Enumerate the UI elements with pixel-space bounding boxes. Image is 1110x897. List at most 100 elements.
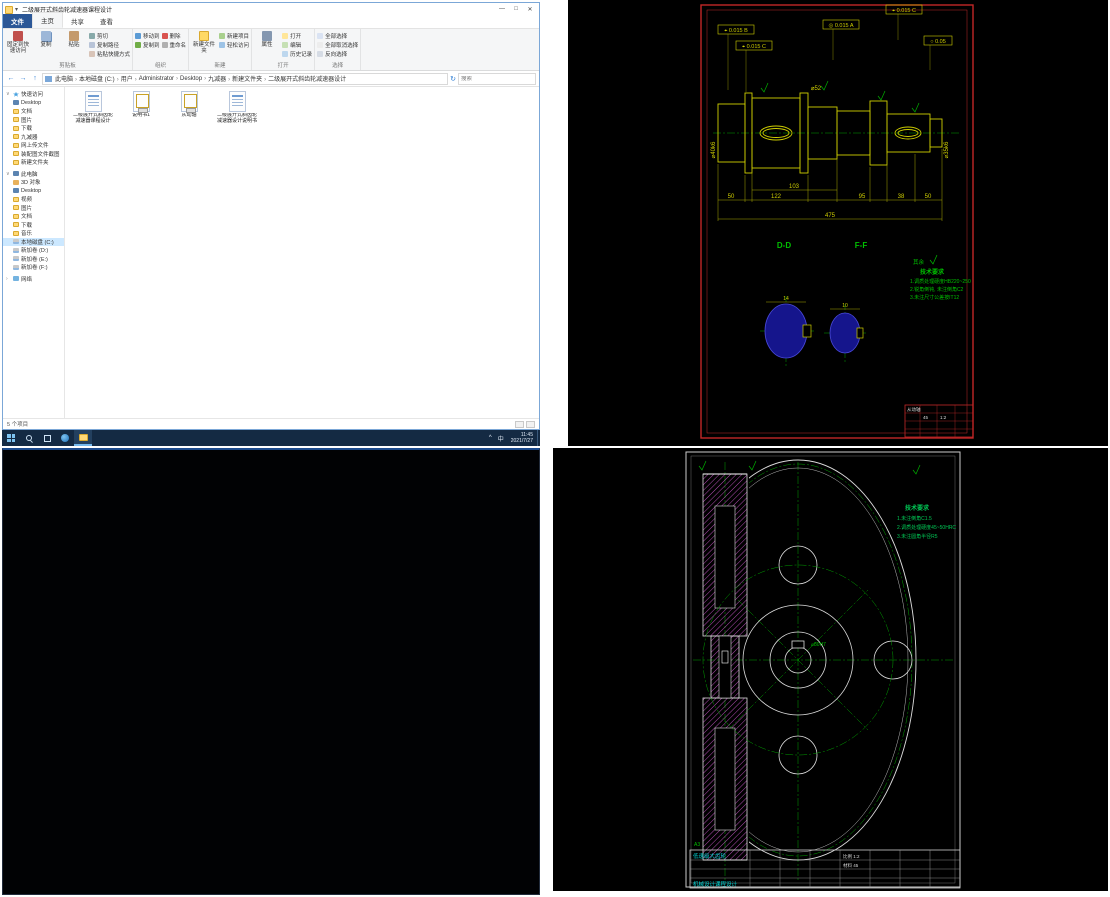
new-folder-button[interactable]: 新建文件夹 <box>191 30 217 54</box>
edge-browser-button[interactable] <box>56 430 74 446</box>
show-desktop-button[interactable] <box>537 430 540 446</box>
sidebar-item-jiujianqi[interactable]: 九减器 <box>3 133 64 142</box>
ribbon-group-select: 全部选择 全部取消选择 反向选择 选择 <box>315 29 362 70</box>
easy-access-button[interactable]: 轻松访问 <box>219 41 249 49</box>
taskbar-search-button[interactable] <box>20 430 38 446</box>
sidebar-item-pc-pictures[interactable]: 图片 <box>3 204 64 213</box>
sidebar-item-network[interactable]: › 网络 <box>3 275 64 284</box>
search-box[interactable] <box>458 72 536 85</box>
pin-to-quick-access-button[interactable]: 固定到快速访问 <box>5 30 31 54</box>
back-button[interactable]: ← <box>6 75 16 82</box>
sidebar-item-volume-e[interactable]: 新加卷 (E:) <box>3 255 64 264</box>
breadcrumb-segment[interactable]: 九减器 <box>207 74 231 83</box>
tab-file[interactable]: 文件 <box>3 14 32 28</box>
this-pc-icon <box>13 171 19 177</box>
dim-122: 122 <box>771 194 782 200</box>
cut-button[interactable]: 剪切 <box>89 32 130 40</box>
sidebar-item-downloads[interactable]: 下载 <box>3 124 64 133</box>
paste-shortcut-button[interactable]: 粘贴快捷方式 <box>89 50 130 58</box>
tab-home[interactable]: 主页 <box>32 12 63 28</box>
title-block-course: 机械设计课程设计 <box>693 880 738 888</box>
breadcrumb-segment[interactable]: Desktop <box>179 76 207 82</box>
edit-button[interactable]: 编辑 <box>282 41 312 49</box>
sidebar-quick-access[interactable]: ∨ 快速访问 <box>3 90 64 99</box>
file-item[interactable]: 说明书1 <box>119 91 163 125</box>
delete-button[interactable]: 删除 <box>161 32 187 40</box>
copy-button[interactable]: 复制 <box>33 30 59 48</box>
close-button[interactable]: ✕ <box>523 6 537 13</box>
history-button[interactable]: 历史记录 <box>282 50 312 58</box>
breadcrumb-segment[interactable]: 用户 <box>120 74 138 83</box>
forward-button[interactable]: → <box>18 75 28 82</box>
file-item[interactable]: 二级展开式斜齿轮减速器设计说明书 <box>215 91 259 125</box>
sidebar-item-documents[interactable]: 文档 <box>3 107 64 116</box>
this-pc-label: 此电脑 <box>21 171 38 178</box>
sidebar-item-label: 文档 <box>21 214 33 221</box>
invert-selection-button[interactable]: 反向选择 <box>317 50 358 58</box>
sidebar-item-pc-documents[interactable]: 文档 <box>3 212 64 221</box>
open-button[interactable]: 打开 <box>282 32 312 40</box>
sidebar-item-desktop[interactable]: Desktop <box>3 99 64 108</box>
sidebar-this-pc[interactable]: ∨ 此电脑 <box>3 170 64 179</box>
title-block: 从动轴 45 1:2 <box>904 404 974 438</box>
cad-file-icon <box>180 91 198 113</box>
file-item[interactable]: 从动轴 <box>167 91 211 125</box>
sidebar-item-music[interactable]: 音乐 <box>3 229 64 238</box>
tray-chevron-icon[interactable]: ^ <box>486 435 495 441</box>
disk-icon <box>13 256 19 262</box>
sidebar-item-pc-desktop[interactable]: Desktop <box>3 187 64 196</box>
sidebar-item-local-disk-c[interactable]: 本地磁盘 (C:) <box>3 237 64 246</box>
rename-button[interactable]: 重命名 <box>161 41 186 49</box>
sidebar-item-volume-d[interactable]: 新加卷 (D:) <box>3 246 64 255</box>
sidebar-item-3d-objects[interactable]: 3D 对象 <box>3 178 64 187</box>
search-input[interactable] <box>461 75 533 82</box>
move-to-label: 移动到 <box>143 34 160 40</box>
folder-icon <box>13 213 19 219</box>
taskbar-clock[interactable]: 11:45 2021/7/27 <box>507 432 537 444</box>
minimize-button[interactable]: — <box>495 6 509 13</box>
copy-to-button[interactable]: 复制到 <box>135 41 160 49</box>
title-block-scale: 1:2 <box>940 415 947 420</box>
file-list-area[interactable]: 二级展开式斜齿轮减速器课程设计 说明书1 从动轴 二级展开式斜齿轮减速器设计说明… <box>65 87 539 418</box>
select-none-button[interactable]: 全部取消选择 <box>317 41 358 49</box>
sidebar-item-pictures[interactable]: 图片 <box>3 116 64 125</box>
thumbnail-view-button[interactable] <box>526 420 535 428</box>
edit-label: 编辑 <box>290 43 302 49</box>
new-item-button[interactable]: 新建项目 <box>219 32 249 40</box>
breadcrumb[interactable]: 此电脑 本地磁盘 (C:) 用户 Administrator Desktop 九… <box>42 72 449 85</box>
file-explorer-taskbar-button[interactable] <box>74 430 92 446</box>
folder-icon <box>13 222 19 228</box>
start-button[interactable] <box>2 430 20 446</box>
task-view-icon <box>43 434 51 442</box>
sidebar-item-screenshot[interactable]: 装配图文件截图 <box>3 150 64 159</box>
copy-path-button[interactable]: 复制路径 <box>89 41 130 49</box>
sidebar-item-newfolder[interactable]: 新建文件夹 <box>3 158 64 167</box>
up-button[interactable]: ↑ <box>30 75 40 82</box>
paste-button[interactable]: 粘贴 <box>61 30 87 48</box>
properties-button[interactable]: 属性 <box>254 30 280 48</box>
sidebar-item-upload[interactable]: 网上传文件 <box>3 141 64 150</box>
breadcrumb-segment[interactable]: 新建文件夹 <box>231 74 267 83</box>
breadcrumb-segment[interactable]: 二级展开式斜齿轮减速器设计 <box>267 74 347 83</box>
section-label-ff: F-F <box>855 241 868 250</box>
breadcrumb-segment[interactable]: 此电脑 <box>54 74 78 83</box>
tab-share[interactable]: 共享 <box>63 14 92 28</box>
sidebar-item-pc-downloads[interactable]: 下载 <box>3 221 64 230</box>
ime-indicator[interactable]: 中 <box>495 434 507 443</box>
breadcrumb-segment[interactable]: 本地磁盘 (C:) <box>78 74 120 83</box>
sidebar-item-volume-f[interactable]: 新加卷 (F:) <box>3 263 64 272</box>
file-item[interactable]: 二级展开式斜齿轮减速器课程设计 <box>71 91 115 125</box>
move-to-button[interactable]: 移动到 <box>135 32 160 40</box>
maximize-button[interactable]: □ <box>509 6 523 13</box>
folder-icon <box>13 108 19 114</box>
tab-view[interactable]: 查看 <box>92 14 121 28</box>
select-all-button[interactable]: 全部选择 <box>317 32 358 40</box>
sidebar-item-videos[interactable]: 视频 <box>3 195 64 204</box>
list-view-button[interactable] <box>515 420 524 428</box>
cad-empty-model-space[interactable] <box>2 448 540 895</box>
breadcrumb-segment[interactable]: Administrator <box>138 76 179 82</box>
chevron-down-icon: ∨ <box>6 170 10 177</box>
quick-access-toolbar[interactable]: ▾ <box>15 6 18 13</box>
refresh-icon[interactable]: ↻ <box>450 75 456 83</box>
task-view-button[interactable] <box>38 430 56 446</box>
